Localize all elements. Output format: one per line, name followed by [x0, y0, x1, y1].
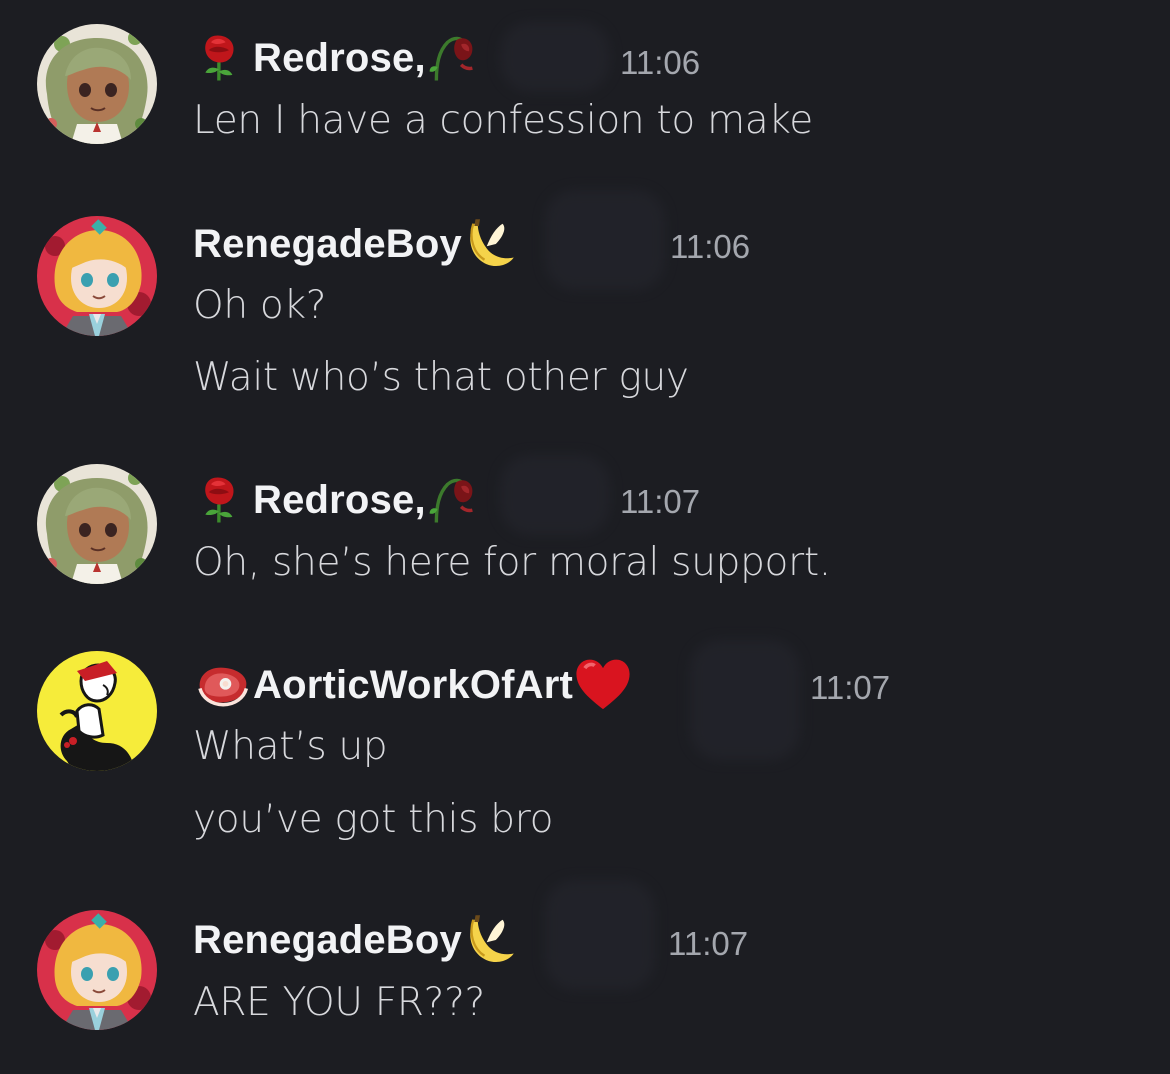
username[interactable]: Redrose [253, 478, 414, 523]
message-text: What’s up [193, 724, 388, 769]
message-text: ARE YOU FR??? [193, 980, 485, 1025]
wilted-rose-icon [427, 36, 474, 83]
rose-icon [203, 475, 236, 525]
message-header: Redrose , [193, 470, 476, 530]
avatar-redrose[interactable] [37, 24, 157, 144]
timestamp: 11:07 [668, 925, 749, 962]
timestamp: 11:06 [620, 44, 701, 81]
blurred-area [545, 190, 665, 290]
message-text: Wait who’s that other guy [193, 355, 689, 400]
wilted-rose-icon [427, 478, 474, 525]
comma-separator: , [414, 477, 426, 522]
timestamp: 11:06 [670, 228, 751, 265]
timestamp: 11:07 [810, 669, 891, 706]
blurred-area [500, 22, 610, 92]
heart-icon [574, 657, 632, 711]
blurred-area [545, 880, 655, 990]
message-text: Oh ok? [193, 283, 327, 328]
meat-icon [197, 665, 249, 707]
username[interactable]: Redrose [253, 36, 414, 81]
message-text: you’ve got this bro [193, 797, 554, 842]
avatar-renegadeboy[interactable] [37, 216, 157, 336]
avatar-aortic[interactable] [37, 651, 157, 771]
avatar-redrose[interactable] [37, 464, 157, 584]
username[interactable]: AorticWorkOfArt [253, 663, 573, 708]
username[interactable]: RenegadeBoy [193, 918, 462, 963]
message-text: Len I have a confession to make [193, 98, 813, 143]
username[interactable]: RenegadeBoy [193, 222, 462, 267]
banana-icon [469, 914, 515, 964]
message-text: Oh, she’s here for moral support. [193, 540, 831, 585]
blurred-area [690, 640, 800, 760]
banana-icon [469, 218, 515, 268]
message-header: RenegadeBoy [193, 214, 516, 274]
message-header: Redrose , [193, 28, 476, 88]
message-header: RenegadeBoy [193, 910, 516, 970]
avatar-renegadeboy[interactable] [37, 910, 157, 1030]
timestamp: 11:07 [620, 483, 701, 520]
message-header: AorticWorkOfArt [193, 655, 633, 715]
blurred-area [500, 455, 610, 535]
rose-icon [203, 33, 236, 83]
comma-separator: , [414, 35, 426, 80]
